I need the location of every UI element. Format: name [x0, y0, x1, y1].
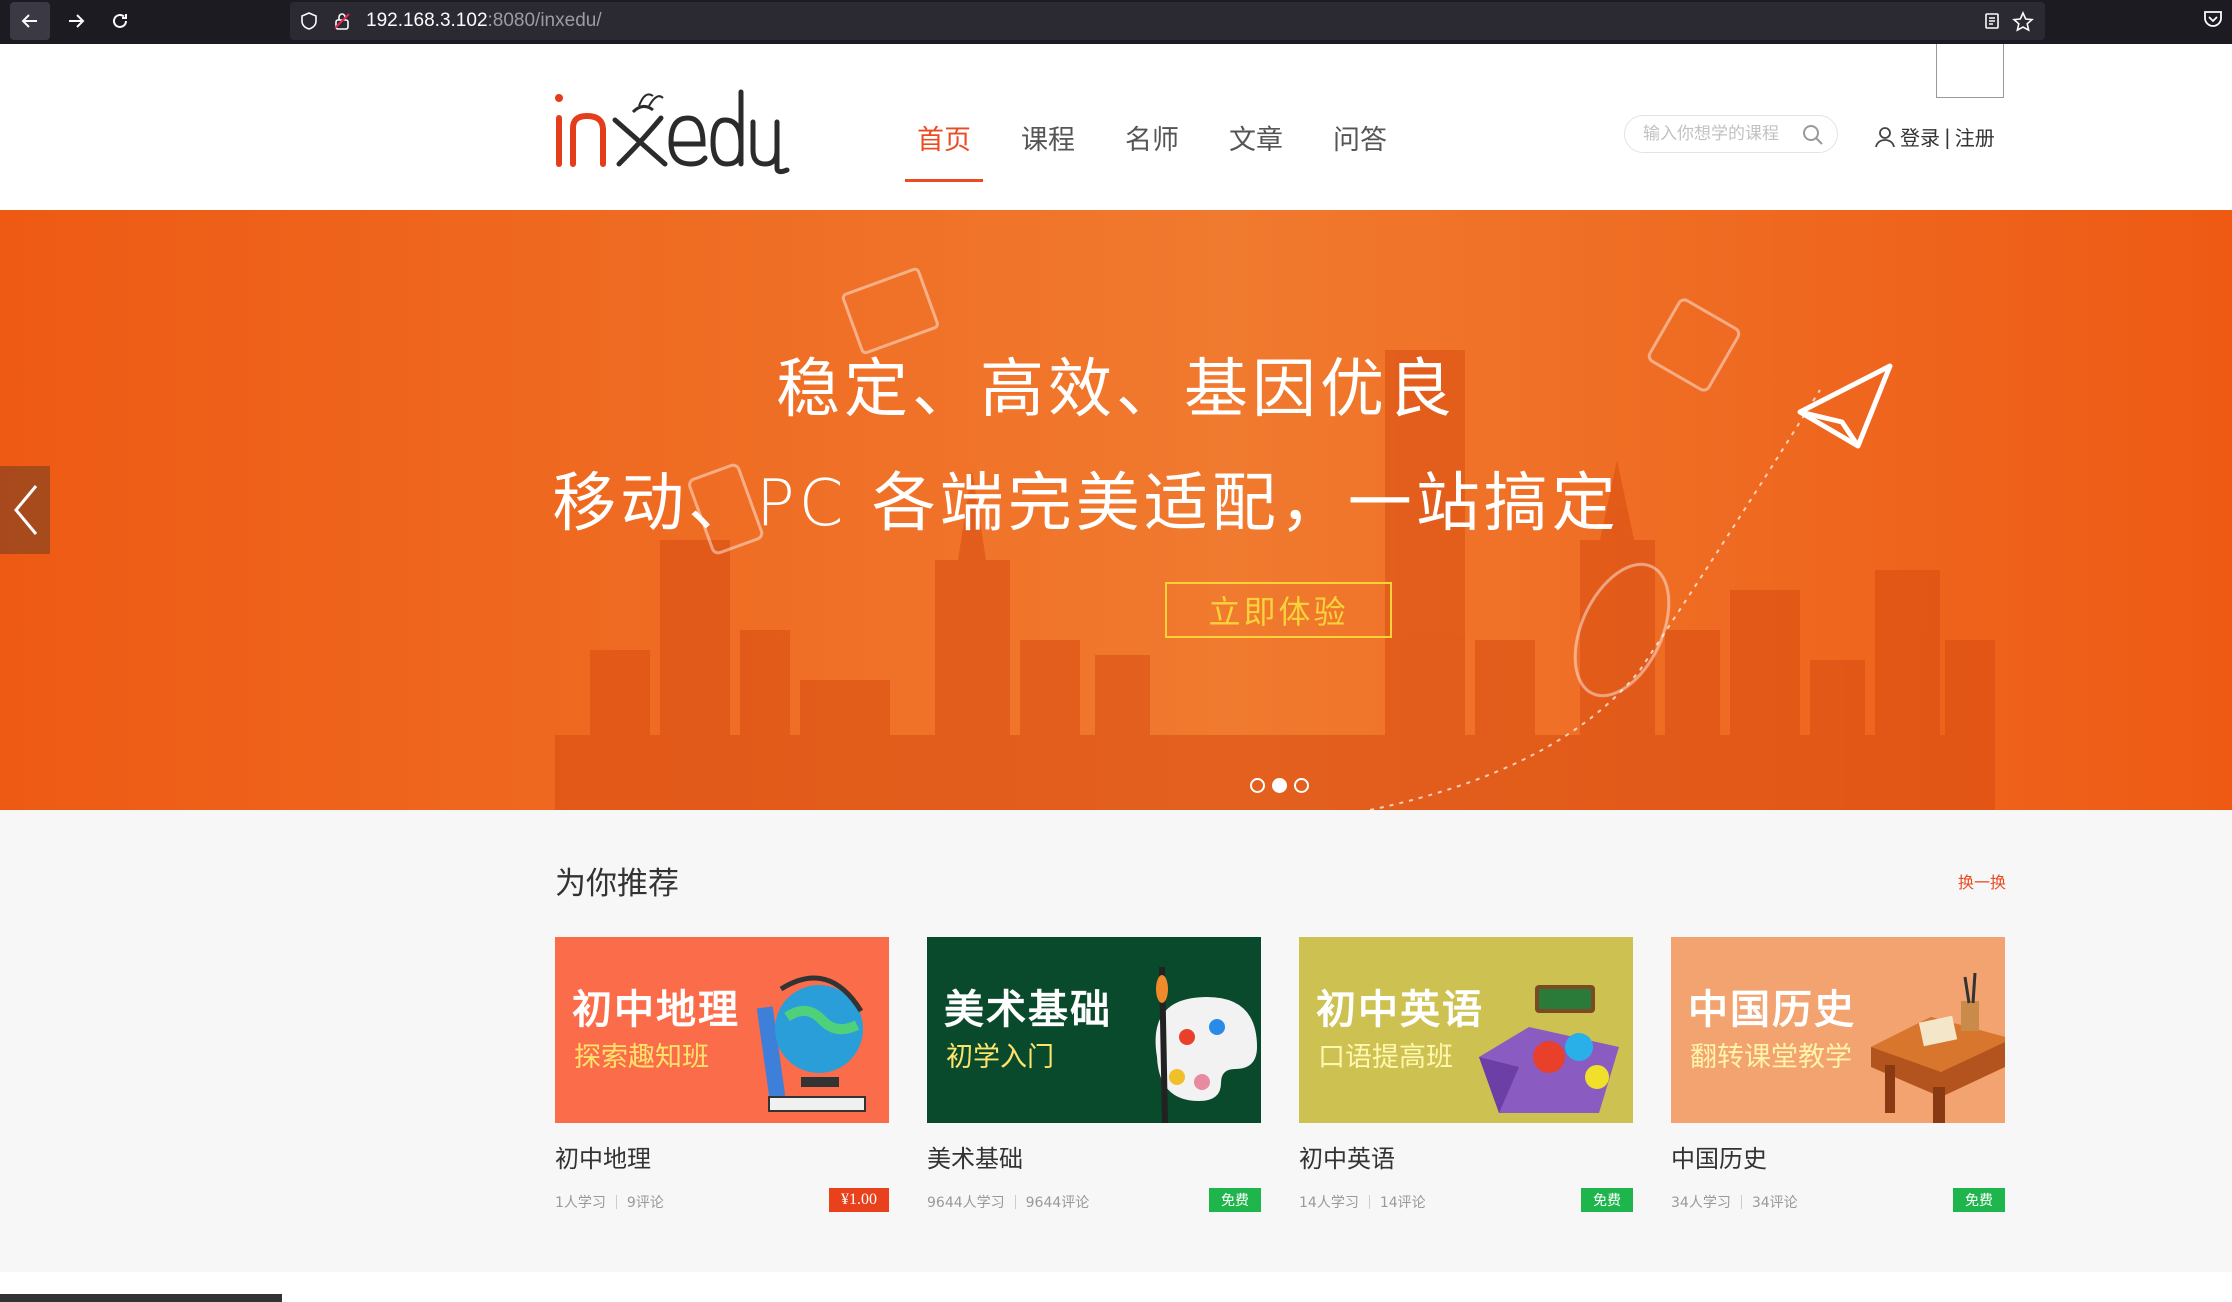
price-badge: 免费 — [1209, 1188, 1261, 1212]
cover-subtitle: 探索趣知班 — [574, 1042, 709, 1073]
cover-title: 初中英语 — [1316, 987, 1484, 1033]
browser-toolbar: 192.168.3.102:8080/inxedu/ — [0, 0, 2232, 44]
course-cover[interactable]: 美术基础 初学入门 — [927, 937, 1261, 1123]
banner-headline: 稳定、高效、基因优良 — [776, 353, 1456, 427]
nav-courses[interactable]: 课程 — [1009, 118, 1087, 182]
student-count: 34人学习 — [1671, 1195, 1731, 1211]
pocket-icon[interactable] — [2202, 8, 2224, 30]
student-count: 14人学习 — [1299, 1195, 1359, 1211]
meta-divider — [1740, 1195, 1742, 1209]
forward-arrow-icon — [69, 14, 85, 28]
site-header: 首页 课程 名师 文章 问答 登录 | 注册 — [0, 44, 2232, 210]
course-card[interactable]: 中国历史 翻转课堂教学 中国历史 34人学习 34评论 免费 — [1671, 937, 2005, 1212]
reader-icon[interactable] — [1982, 11, 2002, 31]
recommend-section: 为你推荐 换一换 初中地理 探索趣知班 初中地理 1人学习 9评论 ¥1.00 … — [0, 810, 2232, 1272]
reload-icon — [113, 13, 127, 28]
nav-home[interactable]: 首页 — [905, 118, 983, 182]
course-card[interactable]: 美术基础 初学入门 美术基础 9644人学习 9644评论 免费 — [927, 937, 1261, 1212]
section-title: 为你推荐 — [555, 866, 679, 902]
hero-banner: 稳定、高效、基因优良 移动、PC 各端完美适配，一站搞定 立即体验 — [0, 210, 2232, 810]
meta-divider — [1368, 1195, 1370, 1209]
auth-links: 登录 | 注册 — [1874, 122, 1995, 151]
cover-subtitle: 口语提高班 — [1318, 1042, 1453, 1073]
url-text: 192.168.3.102:8080/inxedu/ — [366, 10, 602, 32]
star-icon[interactable] — [2012, 11, 2034, 33]
course-name[interactable]: 初中地理 — [555, 1139, 889, 1174]
course-cover[interactable]: 中国历史 翻转课堂教学 — [1671, 937, 2005, 1123]
comment-count: 9评论 — [626, 1195, 664, 1211]
cover-subtitle: 初学入门 — [946, 1042, 1054, 1073]
carousel-dot-1[interactable] — [1250, 778, 1265, 793]
main-nav: 首页 课程 名师 文章 问答 — [905, 118, 1425, 182]
course-card[interactable]: 初中地理 探索趣知班 初中地理 1人学习 9评论 ¥1.00 — [555, 937, 889, 1212]
search-input[interactable] — [1643, 124, 1793, 144]
search-icon[interactable] — [1801, 123, 1825, 147]
refresh-link[interactable]: 换一换 — [1958, 869, 2006, 893]
user-icon — [1875, 126, 1895, 147]
carousel-prev-button[interactable] — [0, 466, 50, 554]
course-name[interactable]: 美术基础 — [927, 1139, 1261, 1174]
course-name[interactable]: 中国历史 — [1671, 1139, 2005, 1174]
meta-divider — [1014, 1195, 1016, 1209]
course-name[interactable]: 初中英语 — [1299, 1139, 1633, 1174]
nav-articles[interactable]: 文章 — [1217, 118, 1295, 182]
cover-title: 中国历史 — [1688, 987, 1856, 1033]
url-host: 192.168.3.102 — [366, 10, 488, 31]
banner-subheadline: 移动、PC 各端完美适配，一站搞定 — [552, 467, 1620, 541]
price-badge: ¥1.00 — [829, 1188, 889, 1212]
course-card[interactable]: 初中英语 口语提高班 初中英语 14人学习 14评论 免费 — [1299, 937, 1633, 1212]
register-link[interactable]: 注册 — [1955, 122, 1995, 151]
comment-count: 34评论 — [1751, 1195, 1798, 1211]
meta-divider — [615, 1195, 617, 1209]
price-badge: 免费 — [1581, 1188, 1633, 1212]
login-link[interactable]: 登录 — [1900, 122, 1940, 151]
reload-button[interactable] — [100, 2, 140, 40]
back-button[interactable] — [10, 2, 50, 40]
comment-count: 9644评论 — [1025, 1195, 1090, 1211]
shield-icon[interactable] — [299, 11, 319, 31]
back-arrow-icon — [21, 14, 37, 28]
comment-count: 14评论 — [1379, 1195, 1426, 1211]
corner-box — [1936, 44, 2004, 98]
page-footer-area — [0, 1272, 2232, 1302]
lock-icon[interactable] — [332, 11, 352, 31]
price-badge: 免费 — [1953, 1188, 2005, 1212]
student-count: 9644人学习 — [927, 1195, 1005, 1211]
try-now-button[interactable]: 立即体验 — [1165, 582, 1392, 638]
url-path: :8080/inxedu/ — [487, 10, 602, 31]
carousel-dot-2[interactable] — [1272, 778, 1287, 793]
course-cover[interactable]: 初中英语 口语提高班 — [1299, 937, 1633, 1123]
cover-title: 初中地理 — [572, 987, 740, 1033]
cover-subtitle: 翻转课堂教学 — [1690, 1042, 1852, 1073]
status-bar — [0, 1294, 282, 1302]
course-list: 初中地理 探索趣知班 初中地理 1人学习 9评论 ¥1.00 美术基础 初学入门… — [555, 937, 2005, 1212]
carousel-dots — [1250, 778, 1316, 793]
course-cover[interactable]: 初中地理 探索趣知班 — [555, 937, 889, 1123]
chevron-left-icon — [14, 485, 38, 535]
student-count: 1人学习 — [555, 1195, 606, 1211]
course-search — [1624, 115, 1838, 153]
nav-qa[interactable]: 问答 — [1321, 118, 1399, 182]
address-bar[interactable]: 192.168.3.102:8080/inxedu/ — [290, 2, 2045, 40]
carousel-dot-3[interactable] — [1294, 778, 1309, 793]
nav-teachers[interactable]: 名师 — [1113, 118, 1191, 182]
auth-separator: | — [1944, 124, 1951, 149]
forward-button[interactable] — [56, 2, 96, 40]
inxedu-logo[interactable] — [553, 84, 793, 184]
cover-title: 美术基础 — [944, 987, 1112, 1033]
